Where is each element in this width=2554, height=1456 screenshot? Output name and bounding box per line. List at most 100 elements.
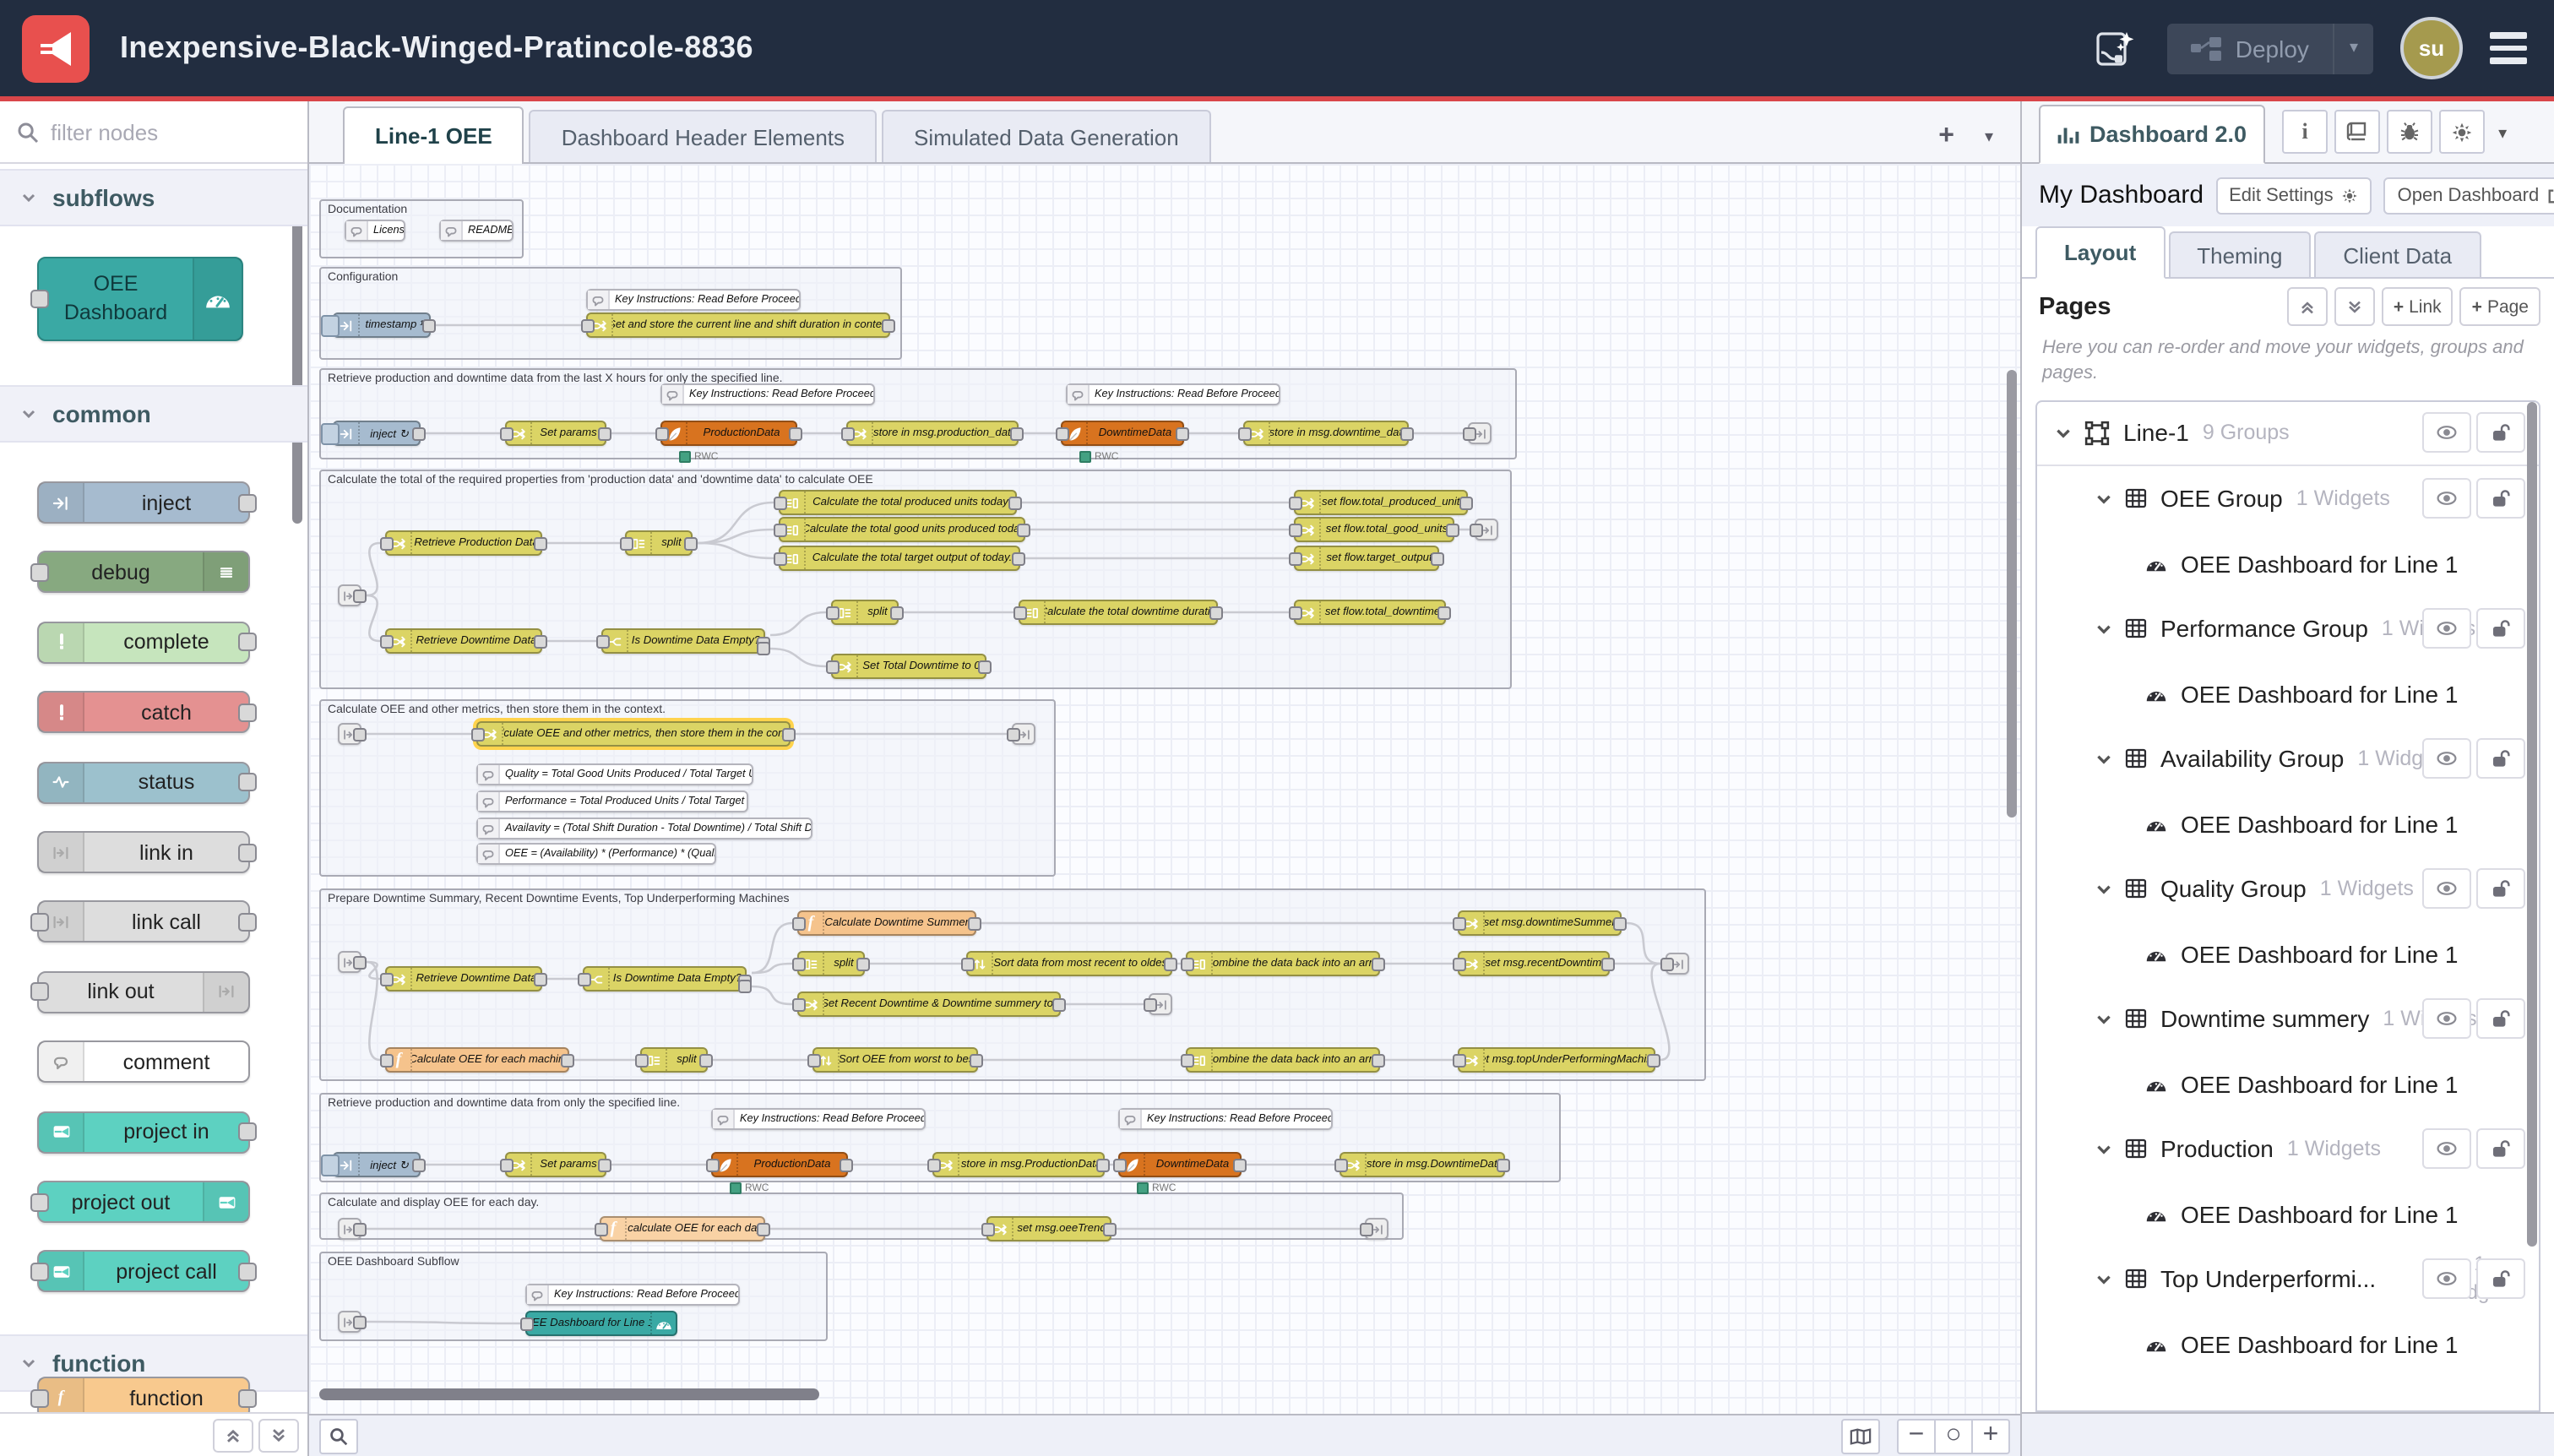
tab-dashboard-2[interactable]: Dashboard 2.0 [2039, 105, 2265, 164]
flow-node-change[interactable]: set flow.total_produced_units [1294, 490, 1468, 515]
lock-button[interactable] [2476, 999, 2525, 1040]
tree-row-page[interactable]: Line-19 Groups [2037, 401, 2539, 466]
flow-group[interactable]: Calculate and display OEE for each day. [319, 1193, 1404, 1240]
flow-node-change[interactable]: store in msg.production_data [846, 421, 1019, 446]
flow-tab-3[interactable]: Simulated Data Generation [882, 110, 1211, 162]
node-port[interactable] [30, 1263, 49, 1281]
zoom-reset-button[interactable]: ○ [1936, 1418, 1973, 1453]
flow-node-split[interactable]: split [797, 951, 865, 976]
sidebar-tab-theming[interactable]: Theming [2168, 231, 2311, 277]
palette-scroll-area[interactable]: subflowsOEEDashboardcommoninjectdebugcom… [0, 164, 307, 1412]
flow-node-join[interactable]: Calculate the total good units produced … [779, 517, 1025, 542]
flow-node-change[interactable]: store in msg.ProductionData [932, 1152, 1105, 1177]
palette-section-subflows[interactable]: subflows [0, 169, 307, 226]
node-port[interactable] [238, 493, 257, 512]
canvas-hscrollbar[interactable] [319, 1388, 819, 1400]
node-port[interactable] [30, 913, 49, 932]
help-book-button[interactable] [2334, 110, 2380, 154]
palette-node-inject[interactable]: inject [37, 481, 250, 524]
comment-node[interactable]: Key Instructions: Read Before Proceeding [1066, 383, 1280, 405]
lock-button[interactable] [2476, 609, 2525, 649]
palette-node-link-in[interactable]: link in [37, 831, 250, 873]
ai-assistant-icon[interactable] [2090, 23, 2141, 73]
visibility-eye-button[interactable] [2422, 609, 2471, 649]
palette-search[interactable]: filter nodes [0, 101, 307, 164]
palette-node-status[interactable]: status [37, 761, 250, 803]
node-port[interactable] [238, 633, 257, 652]
comment-node[interactable]: Performance = Total Produced Units / Tot… [476, 790, 748, 812]
tree-row-widget[interactable]: OEE Dashboard for Line 1 [2037, 661, 2539, 726]
palette-scrollbar[interactable] [292, 194, 302, 524]
flow-node-change[interactable]: store in msg.downtime_data [1243, 421, 1409, 446]
tree-row-widget[interactable]: OEE Dashboard for Line 1 [2037, 1312, 2539, 1377]
palette-node-project-in[interactable]: project in [37, 1111, 250, 1153]
flow-node-join[interactable]: Calculate the total target output of tod… [779, 546, 1020, 571]
node-port[interactable] [30, 1388, 49, 1407]
flow-node-influx[interactable]: ProductionDataRWC [660, 421, 797, 446]
palette-node-comment[interactable]: comment [37, 1040, 250, 1083]
palette-node-project-call[interactable]: project call [37, 1251, 250, 1293]
palette-node-complete[interactable]: complete [37, 622, 250, 664]
node-port[interactable] [30, 1193, 49, 1211]
flow-node-inject[interactable]: inject ↻ [333, 1152, 421, 1177]
node-port[interactable] [238, 1263, 257, 1281]
debug-bug-button[interactable] [2387, 110, 2432, 154]
flow-node-change[interactable]: set msg.recentDowntime [1458, 951, 1610, 976]
sidebar-tab-layout[interactable]: Layout [2035, 226, 2165, 279]
palette-node-debug[interactable]: debug [37, 551, 250, 594]
flow-node-switch[interactable]: Is Downtime Data Empty? [583, 966, 747, 991]
node-red-logo-icon[interactable] [22, 14, 90, 82]
comment-node[interactable]: Key Instructions: Read Before Proceeding [711, 1108, 926, 1130]
flow-node-linkout[interactable] [1365, 1218, 1388, 1240]
flow-node-split[interactable]: split [640, 1047, 708, 1073]
node-port[interactable] [30, 290, 49, 308]
flow-node-inject[interactable]: timestamp ¹ [333, 312, 431, 338]
comment-node[interactable]: Key Instructions: Read Before Proceeding [525, 1284, 740, 1306]
tree-row-group[interactable]: Downtime summery1 Widgets [2037, 986, 2539, 1051]
palette-node-OEE-Dashboard[interactable]: OEEDashboard [37, 257, 243, 341]
palette-node-catch[interactable]: catch [37, 691, 250, 733]
flow-node-influx[interactable]: DowntimeDataRWC [1118, 1152, 1242, 1177]
flow-node-func[interactable]: fCalculate OEE for each machine [385, 1047, 569, 1073]
flow-node-change[interactable]: Retrieve Downtime Data [385, 966, 542, 991]
tree-row-widget[interactable]: OEE Dashboard for Line 1 [2037, 1182, 2539, 1247]
comment-node[interactable]: Quality = Total Good Units Produced / To… [476, 763, 753, 785]
flow-node-linkout[interactable] [1149, 993, 1172, 1015]
flow-node-switch[interactable]: Is Downtime Data Empty? [601, 628, 765, 654]
flow-node-change[interactable]: Set Recent Downtime & Downtime summery t… [797, 991, 1061, 1017]
flow-tab-1[interactable]: Line-1 OEE [343, 106, 524, 164]
sidebar-scrollbar[interactable] [2527, 401, 2537, 1246]
node-port[interactable] [238, 913, 257, 932]
lock-button[interactable] [2476, 413, 2525, 454]
node-port[interactable] [238, 1122, 257, 1141]
open-dashboard-button[interactable]: Open Dashboard [2384, 177, 2554, 214]
palette-collapse-all-button[interactable] [213, 1418, 253, 1452]
node-port[interactable] [238, 703, 257, 721]
node-port[interactable] [238, 773, 257, 791]
add-flow-button[interactable]: + [1938, 122, 1954, 152]
zoom-in-button[interactable]: + [1973, 1418, 2010, 1453]
flow-node-change[interactable]: Set params [505, 421, 606, 446]
main-menu-icon[interactable] [2490, 33, 2527, 64]
add-link-button[interactable]: +Link [2382, 287, 2453, 326]
canvas-search-button[interactable] [319, 1418, 358, 1453]
flow-node-change[interactable]: Retrieve Downtime Data [385, 628, 542, 654]
flow-list-caret[interactable]: ▾ [1985, 128, 1993, 146]
comment-node[interactable]: Key Instructions: Read Before Proceeding [1118, 1108, 1333, 1130]
flow-node-change[interactable]: Calculate OEE and other metrics, then st… [476, 721, 791, 747]
flow-node-linkin[interactable] [338, 723, 361, 745]
flow-node-change[interactable]: set msg.oeeTrend [986, 1216, 1111, 1241]
flow-node-funcl[interactable]: fcalculate OEE for each day [600, 1216, 765, 1241]
flow-node-linkin[interactable] [338, 951, 361, 973]
palette-expand-all-button[interactable] [258, 1418, 299, 1452]
lock-button[interactable] [2476, 1259, 2525, 1300]
node-port[interactable] [238, 843, 257, 861]
flow-node-influx[interactable]: DowntimeDataRWC [1061, 421, 1184, 446]
flow-node-linkin[interactable] [338, 584, 361, 606]
tree-row-group[interactable]: Production1 Widgets [2037, 1116, 2539, 1182]
comment-node[interactable]: Key Instructions: Read Before Proceeding [660, 383, 875, 405]
deploy-button[interactable]: Deploy ▾ [2168, 23, 2373, 73]
edit-settings-button[interactable]: Edit Settings [2215, 177, 2372, 214]
flow-node-change[interactable]: Set and store the current line and shift… [586, 312, 890, 338]
expand-all-button[interactable] [2334, 287, 2375, 326]
